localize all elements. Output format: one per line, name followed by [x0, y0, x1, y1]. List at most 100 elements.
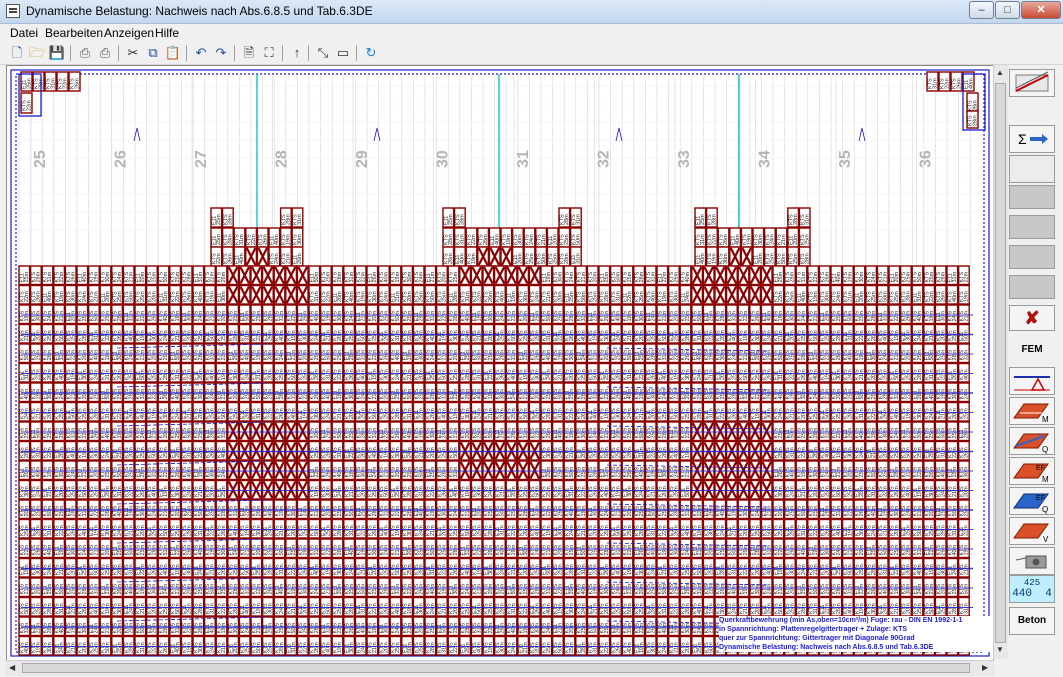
save-icon[interactable]: 💾 [48, 44, 66, 62]
cell-value: 26m [262, 234, 268, 245]
cell-value: 22m [569, 408, 575, 419]
app-icon[interactable] [6, 4, 20, 18]
cell-value: 28m [894, 466, 900, 477]
cell-value: 21m [94, 291, 100, 302]
open-folder-icon[interactable]: 🗁 [28, 44, 46, 62]
cell-value: 40m [732, 330, 738, 341]
copy-icon[interactable]: ⧉ [144, 44, 162, 62]
cell-value: 21m [882, 271, 888, 282]
cell-value: 21m [163, 505, 169, 516]
cell-value: 19m [848, 525, 854, 536]
cell-value: 24m [349, 310, 355, 321]
cell-value: 30m [128, 427, 134, 438]
cell-value: 19m [906, 408, 912, 419]
cell-value: 24m [534, 291, 540, 302]
cell-value: 20m [917, 427, 923, 438]
cut-icon[interactable]: ✂ [124, 44, 142, 62]
cell-value: 40m [968, 78, 974, 89]
cell-value: 24m [82, 291, 88, 302]
up-arrow-icon[interactable]: ↑ [288, 44, 306, 62]
cell-value: 19m [616, 486, 622, 497]
cell-value: 20m [511, 486, 517, 497]
cell-value: 20m [82, 388, 88, 399]
close-button[interactable]: ✕ [1021, 1, 1061, 19]
cell-value: 25m [216, 214, 222, 225]
menu-hilfe[interactable]: Hilfe [155, 26, 179, 40]
cell-value: 20m [418, 622, 424, 633]
cell-value: 22m [326, 291, 332, 302]
cell-value: 26m [836, 603, 842, 614]
cell-value: 19m [743, 583, 749, 594]
cell-value: 50m [70, 408, 76, 419]
cell-value: 40m [697, 603, 703, 614]
cell-value: 30m [674, 544, 680, 555]
cell-value: 25m [511, 408, 517, 419]
toolbar-separator [356, 45, 357, 61]
cell-value: 28m [882, 388, 888, 399]
redo-icon[interactable]: ↷ [212, 44, 230, 62]
cell-value: 24m [453, 505, 459, 516]
cell-value: 31m [674, 427, 680, 438]
drawing-canvas[interactable]: 25 26 27 28 29 30 31 32 33 34 35 36 E11 25m KTS 28m KTS 3… [6, 65, 994, 661]
paste-icon[interactable]: 📋 [164, 44, 182, 62]
cell-value: 21m [430, 525, 436, 536]
menu-bearbeiten[interactable]: Bearbeiten [45, 26, 103, 40]
cell-value: 31m [778, 369, 784, 380]
print-icon[interactable]: ⎙ [76, 44, 94, 62]
cell-value: 30m [47, 388, 53, 399]
cell-value: 21m [418, 447, 424, 458]
minimize-button[interactable]: – [969, 1, 994, 19]
cell-value: 20m [453, 349, 459, 360]
cell-value: 20m [940, 583, 946, 594]
cell-value: 21m [286, 253, 292, 264]
cell-value: 28m [685, 330, 691, 341]
title-bar: Dynamische Belastung: Nachweis nach Abs.… [0, 0, 1063, 24]
cell-value: 31m [592, 388, 598, 399]
cell-value: 40m [813, 369, 819, 380]
page-layout-icon[interactable]: ▭ [334, 44, 352, 62]
undo-icon[interactable]: ↶ [192, 44, 210, 62]
cell-value: 31m [546, 330, 552, 341]
cell-value: 24m [105, 447, 111, 458]
menu-datei[interactable]: Datei [10, 26, 38, 40]
cell-value: 31m [929, 369, 935, 380]
cell-value: 40m [500, 544, 506, 555]
resize-icon[interactable]: ⤡ [314, 44, 332, 62]
cell-value: 30m [639, 310, 645, 321]
reinforcement-plan[interactable]: 25 26 27 28 29 30 31 32 33 34 35 36E1125m KTS28m KTS3… [7, 66, 993, 660]
cell-value: 21m [24, 583, 30, 594]
cell-value: 19m [662, 291, 668, 302]
cell-value: 30m [685, 369, 691, 380]
print-preview-icon[interactable]: ⎙ [96, 44, 114, 62]
cell-value: 21m [511, 310, 517, 321]
zoom-fit-icon[interactable]: ⛶ [260, 44, 278, 62]
menu-anzeigen[interactable]: Anzeigen [104, 26, 154, 40]
cell-value: 22m [824, 349, 830, 360]
cell-value: 31m [94, 583, 100, 594]
cell-value: 31m [47, 271, 53, 282]
cell-value: 25m [546, 486, 552, 497]
cell-value: 20m [604, 603, 610, 614]
cell-value: 19m [36, 388, 42, 399]
page-view-icon[interactable]: 🗎 [240, 44, 258, 62]
axis-number: 28 [274, 150, 291, 168]
cell-value: 24m [813, 388, 819, 399]
axis-number: 30 [435, 150, 452, 168]
cell-value: 20m [882, 447, 888, 458]
refresh-icon[interactable]: ↻ [362, 44, 380, 62]
cell-value: 26m [70, 271, 76, 282]
cell-value: 24m [697, 369, 703, 380]
cell-value: 50m [244, 564, 250, 575]
cell-value: 50m [326, 349, 332, 360]
cell-value: 20m [442, 525, 448, 536]
cell-value: 20m [488, 583, 494, 594]
cell-value: 25m [523, 330, 529, 341]
maximize-button[interactable]: □ [995, 1, 1020, 19]
new-file-icon[interactable]: 🗋 [8, 44, 26, 62]
cell-value: 25m [929, 525, 935, 536]
cell-value: 50m [848, 310, 854, 321]
cell-value: 50m [894, 369, 900, 380]
cell-value: 21m [244, 544, 250, 555]
cell-value: 31m [511, 349, 517, 360]
cell-value: 28m [372, 505, 378, 516]
